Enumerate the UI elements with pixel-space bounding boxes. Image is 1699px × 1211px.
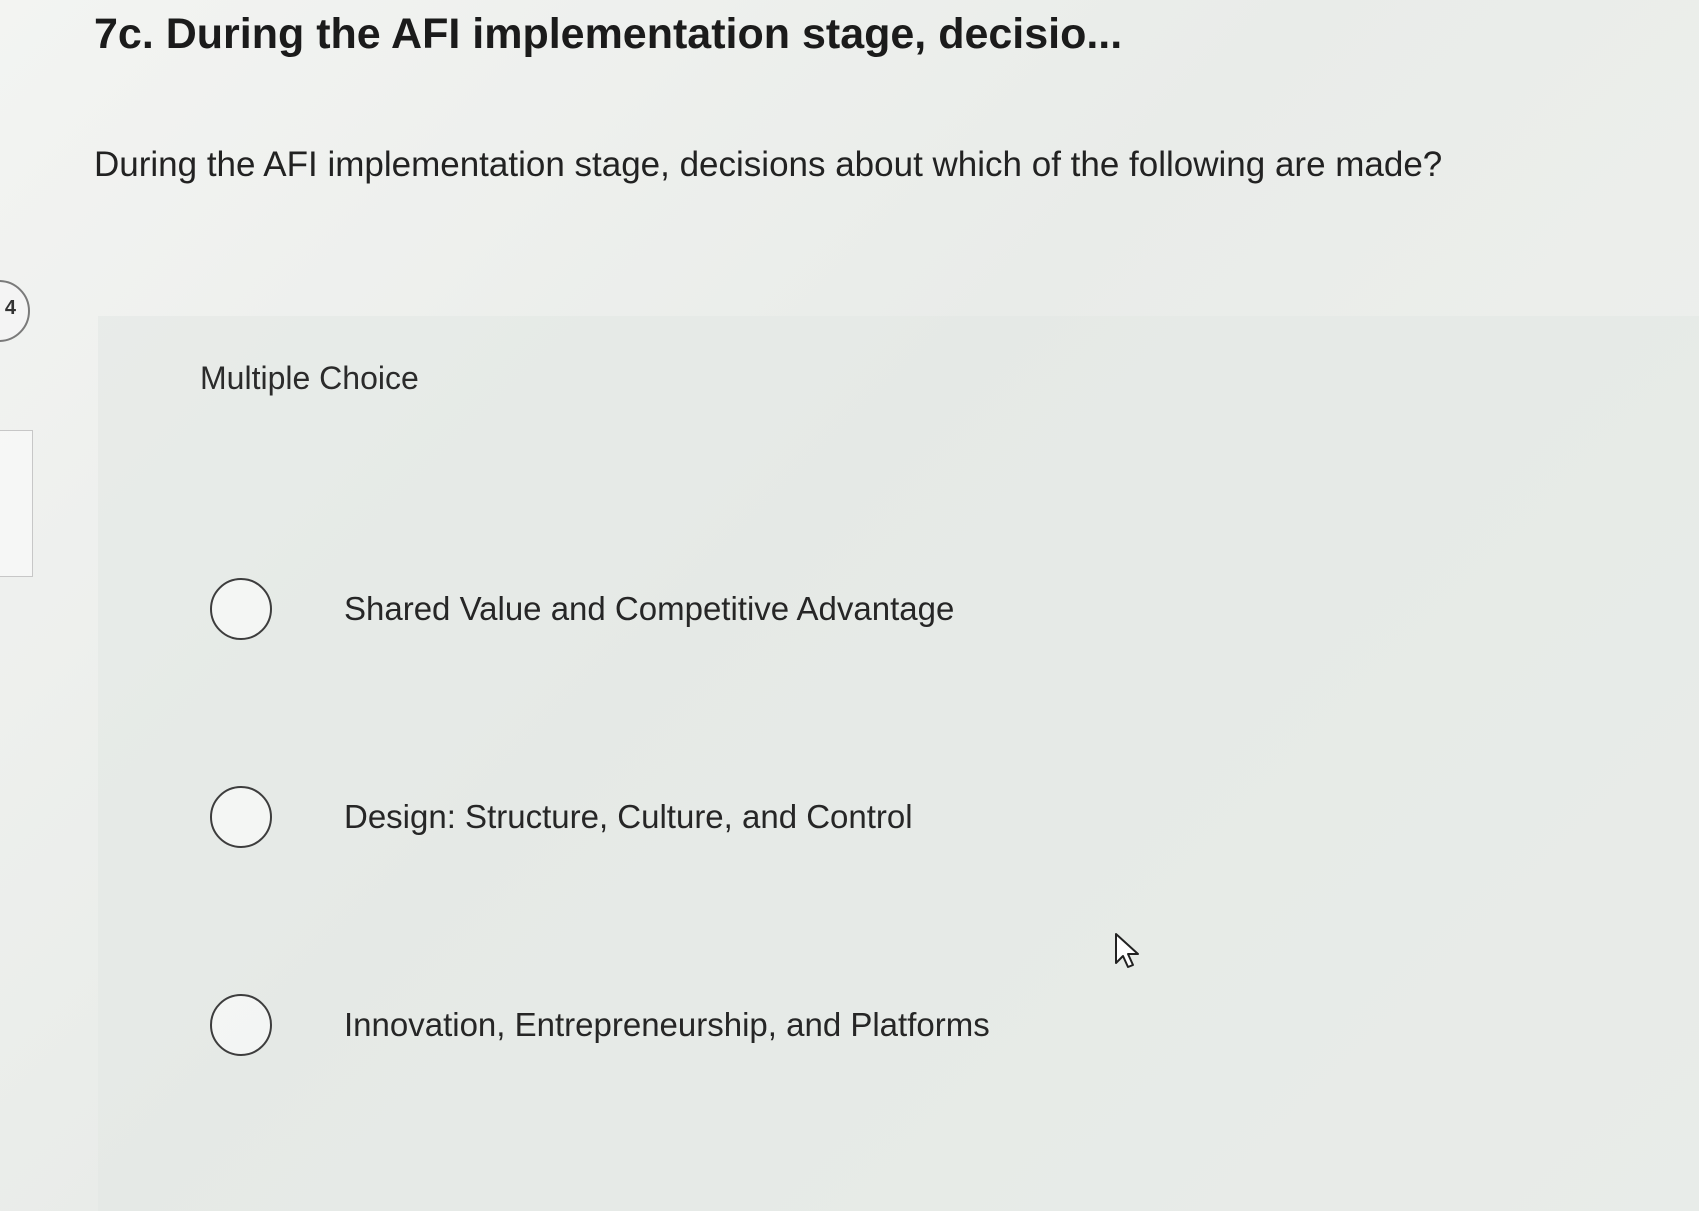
answer-option-3[interactable]: Innovation, Entrepreneurship, and Platfo… [210, 985, 1210, 1065]
question-number-badge[interactable]: 4 [0, 280, 30, 342]
radio-unselected-icon[interactable] [210, 994, 272, 1056]
answer-option-label: Design: Structure, Culture, and Control [344, 798, 913, 835]
answer-option-1[interactable]: Shared Value and Competitive Advantage [210, 569, 1210, 649]
quiz-screen: 4 7c. During the AFI implementation stag… [0, 0, 1699, 1211]
side-panel-tab[interactable] [0, 430, 33, 577]
radio-unselected-icon[interactable] [210, 578, 272, 640]
radio-unselected-icon[interactable] [210, 786, 272, 848]
question-type-label: Multiple Choice [200, 360, 419, 396]
question-number: 4 [4, 297, 16, 319]
answer-panel [98, 316, 1699, 1211]
question-title: 7c. During the AFI implementation stage,… [94, 10, 1123, 58]
mouse-pointer-icon [1115, 933, 1139, 968]
answer-option-label: Shared Value and Competitive Advantage [344, 590, 955, 627]
answer-option-label: Innovation, Entrepreneurship, and Platfo… [344, 1006, 990, 1043]
answer-option-2[interactable]: Design: Structure, Culture, and Control [210, 777, 1210, 857]
question-prompt: During the AFI implementation stage, dec… [94, 145, 1443, 184]
